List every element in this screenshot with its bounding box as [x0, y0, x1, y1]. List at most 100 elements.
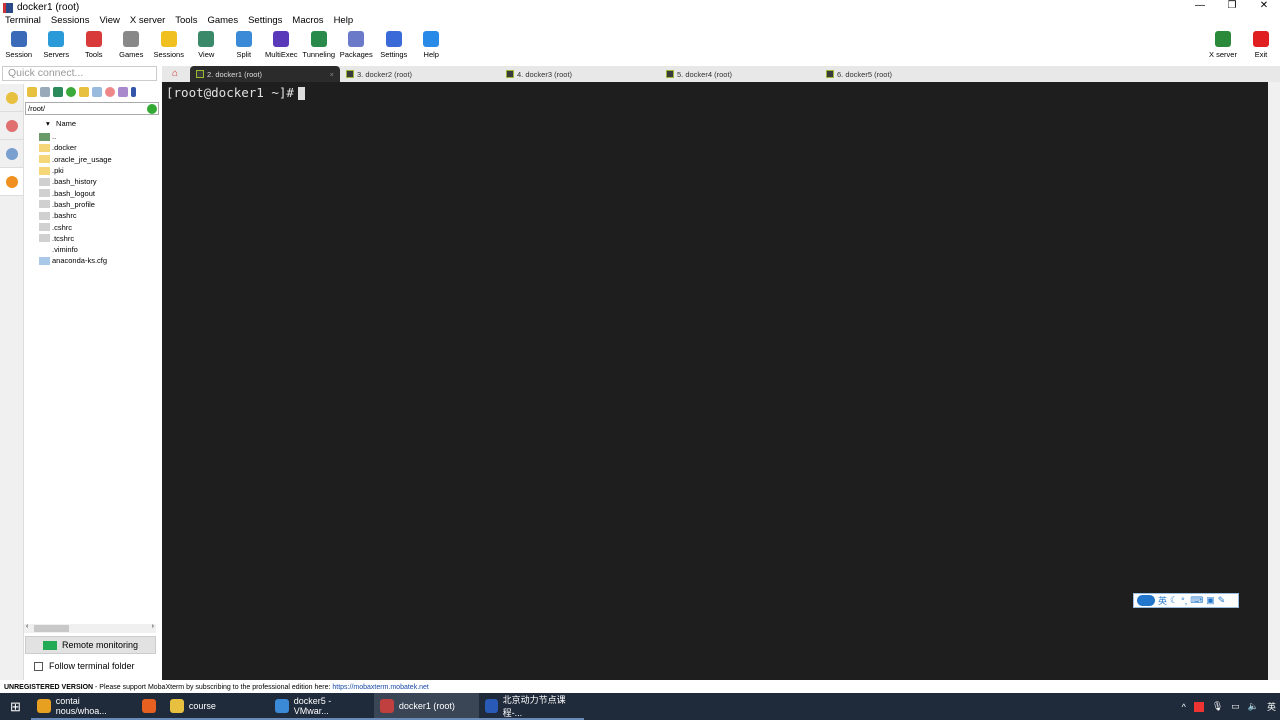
follow-terminal-folder-checkbox[interactable]: Follow terminal folder	[34, 661, 135, 671]
name-column-header[interactable]: ▾ Name	[24, 117, 160, 131]
refresh-icon[interactable]	[66, 87, 76, 97]
toolbar-label: MultiExec	[264, 50, 298, 59]
microphone-icon[interactable]: 🎙	[1212, 701, 1223, 712]
punct-icon[interactable]: °,	[1181, 596, 1187, 606]
sidebar-tab-sessions[interactable]	[0, 84, 23, 112]
menu-games[interactable]: Games	[202, 15, 243, 28]
delete-icon[interactable]	[105, 87, 115, 97]
network-icon[interactable]: ▭	[1231, 701, 1240, 712]
toolbar-servers-button[interactable]: Servers	[38, 29, 76, 63]
ime-toolbar[interactable]: 英 ☾ °, ⌨ ▣ ✎	[1133, 593, 1239, 608]
unregistered-label: UNREGISTERED VERSION	[4, 684, 94, 691]
sidebar-tab-sftp[interactable]	[0, 168, 23, 196]
menu-macros[interactable]: Macros	[287, 15, 328, 28]
taskbar-item[interactable]: course	[163, 693, 269, 720]
menu-view[interactable]: View	[94, 15, 124, 28]
close-button[interactable]: ✕	[1248, 0, 1280, 11]
checkbox[interactable]	[34, 661, 43, 671]
file-item[interactable]: anaconda-ks.cfg	[24, 255, 160, 266]
taskbar-item[interactable]: 北京动力节点课程-...	[478, 693, 584, 720]
exit-button[interactable]: Exit	[1242, 29, 1280, 59]
file-item[interactable]: .bash_profile	[24, 199, 160, 210]
toolbar-tools-button[interactable]: Tools	[75, 29, 113, 63]
sftp-path-input[interactable]: /root/	[25, 102, 159, 115]
rename-icon[interactable]	[118, 87, 128, 97]
session-tab[interactable]: 6. docker5 (root)	[820, 67, 980, 81]
status-link[interactable]: https://mobaxterm.mobatek.net	[332, 684, 429, 691]
session-tab[interactable]: 3. docker2 (root)	[340, 67, 500, 81]
close-tab-icon[interactable]: ×	[330, 70, 334, 79]
quick-connect-input[interactable]: Quick connect...	[2, 66, 157, 81]
toolbar-label: Servers	[43, 50, 70, 59]
minimize-button[interactable]: —	[1184, 0, 1216, 11]
tab-label: 4. docker3 (root)	[517, 69, 573, 79]
file-item[interactable]: .bashrc	[24, 210, 160, 221]
toolbar-games-button[interactable]: Games	[113, 29, 151, 63]
file-item[interactable]: .viminfo	[24, 244, 160, 255]
menu-terminal[interactable]: Terminal	[0, 15, 46, 28]
file-item[interactable]: .pki	[24, 165, 160, 176]
tools-icon	[5, 119, 18, 132]
new-folder-icon[interactable]	[79, 87, 89, 97]
toolbar-settings-button[interactable]: Settings	[375, 29, 413, 63]
sidebar-tab-tools[interactable]	[0, 112, 23, 140]
toolbar-packages-button[interactable]: Packages	[338, 29, 376, 63]
session-tab[interactable]: 4. docker3 (root)	[500, 67, 660, 81]
terminal-icon	[196, 70, 204, 78]
tray-app-icon[interactable]	[1193, 701, 1204, 712]
upload-icon[interactable]	[53, 87, 63, 97]
toolbar-sessions-button[interactable]: Sessions	[150, 29, 188, 63]
parent-folder-icon[interactable]	[27, 87, 37, 97]
maximize-button[interactable]: ❐	[1216, 0, 1248, 11]
home-tab-icon[interactable]: ⌂	[172, 68, 178, 79]
file-item[interactable]: .tcshrc	[24, 233, 160, 244]
permissions-icon[interactable]	[131, 87, 136, 97]
menu-sessions[interactable]: Sessions	[46, 15, 95, 28]
terminal[interactable]: [root@docker1 ~]#	[162, 82, 1268, 680]
taskbar-item[interactable]: contai​nous/whoa...	[30, 693, 136, 720]
path-ok-icon[interactable]	[147, 104, 157, 114]
menu-help[interactable]: Help	[329, 15, 359, 28]
toolbar-tunneling-button[interactable]: Tunneling	[300, 29, 338, 63]
toolbar-view-button[interactable]: View	[188, 29, 226, 63]
file-item[interactable]: ..	[24, 131, 160, 142]
file-item[interactable]: .bash_history	[24, 176, 160, 187]
download-icon[interactable]	[40, 87, 50, 97]
wrench-icon[interactable]: ✎	[1218, 595, 1226, 606]
menu-settings[interactable]: Settings	[243, 15, 287, 28]
taskbar-item[interactable]: docker1 (root)	[373, 693, 479, 720]
session-tab[interactable]: 2. docker1 (root) ×	[190, 66, 340, 82]
file-item[interactable]: .docker	[24, 142, 160, 153]
file-icon	[39, 256, 50, 265]
keyboard-icon[interactable]: ⌨	[1190, 595, 1203, 606]
sftp-horizontal-scrollbar[interactable]: ‹ ›	[24, 623, 156, 633]
taskbar-item[interactable]: docker5 - VMwar...	[268, 693, 374, 720]
terminal-scrollbar[interactable]	[1268, 82, 1280, 680]
new-file-icon[interactable]	[92, 87, 102, 97]
volume-icon[interactable]: 🔈	[1248, 701, 1259, 712]
skin-icon[interactable]: ▣	[1206, 595, 1215, 606]
taskbar-item[interactable]	[135, 693, 164, 720]
ime-lang[interactable]: 英	[1158, 594, 1167, 607]
terminal-icon	[346, 70, 354, 78]
menu-x-server[interactable]: X server	[125, 15, 170, 28]
remote-monitoring-button[interactable]: Remote monitoring	[25, 636, 156, 654]
toolbar-split-button[interactable]: Split	[225, 29, 263, 63]
toolbar-session-button[interactable]: Session	[0, 29, 38, 63]
moon-icon[interactable]: ☾	[1170, 595, 1178, 606]
session-tab[interactable]: 5. docker4 (root)	[660, 67, 820, 81]
file-item[interactable]: .bash_logout	[24, 187, 160, 198]
start-button[interactable]: ⊞	[0, 693, 31, 720]
tray-lang[interactable]: 英	[1267, 700, 1276, 713]
menu-tools[interactable]: Tools	[170, 15, 202, 28]
tray-expand-icon[interactable]: ^	[1182, 702, 1186, 712]
file-item[interactable]: .cshrc	[24, 221, 160, 232]
file-item[interactable]: .oracle_jre_usage	[24, 154, 160, 165]
tab-label: 3. docker2 (root)	[357, 69, 413, 79]
toolbar-help-button[interactable]: Help	[413, 29, 451, 63]
x-server-button[interactable]: X server	[1204, 29, 1242, 59]
file-name: ..	[52, 132, 57, 142]
sftp-icon	[5, 175, 18, 188]
toolbar-multiexec-button[interactable]: MultiExec	[263, 29, 301, 63]
sidebar-tab-macros[interactable]	[0, 140, 23, 168]
